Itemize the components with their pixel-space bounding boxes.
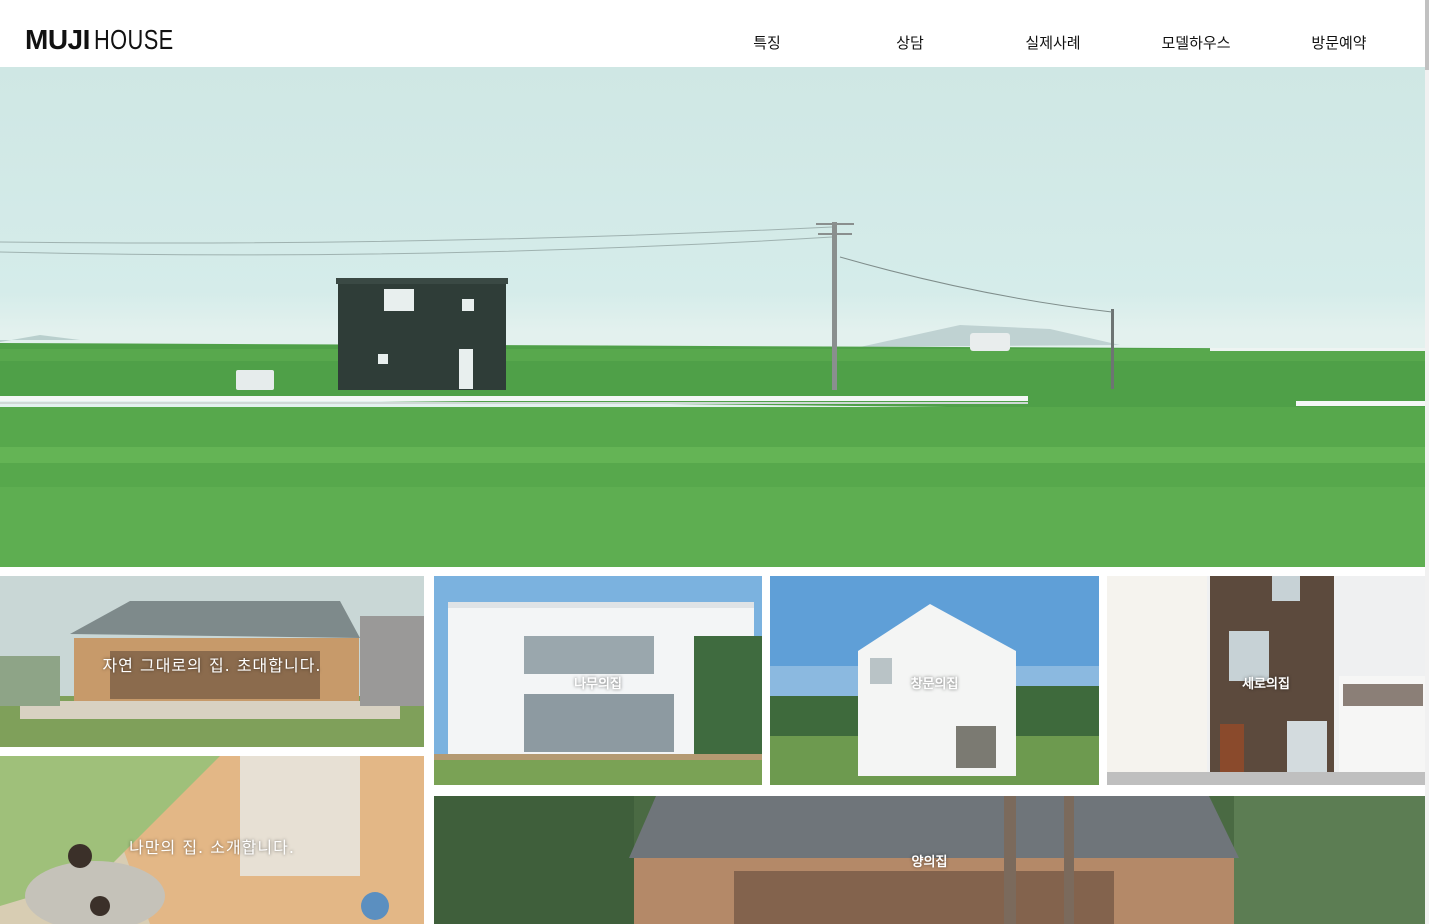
nav-item-features[interactable]: 특징 [753, 32, 781, 53]
main-nav: 특징 상담 실제사례 모델하우스 방문예약 [705, 0, 1425, 67]
tile-mine[interactable]: 나만의 집. 소개합니다. [0, 756, 424, 924]
scrollbar-thumb[interactable] [1425, 0, 1429, 70]
site-header: MUJI HOUSE 특징 상담 실제사례 모델하우스 방문예약 [0, 0, 1425, 67]
logo-thin-text: HOUSE [93, 24, 174, 55]
hero-landscape-illustration [0, 222, 1425, 567]
tile-mine-label: 나만의 집. 소개합니다. [129, 838, 295, 857]
page-scrollbar[interactable] [1425, 0, 1429, 924]
tile-yang-label: 양의집 [911, 855, 948, 870]
tile-vertical-house[interactable]: 세로의집 [1107, 576, 1425, 785]
nav-item-visit-booking[interactable]: 방문예약 [1311, 32, 1366, 53]
logo-bold-text: MUJI [25, 24, 90, 55]
nav-item-model-house[interactable]: 모델하우스 [1161, 32, 1230, 53]
muji-house-logo[interactable]: MUJI HOUSE [25, 24, 196, 55]
tile-wood-house[interactable]: 나무의집 [434, 576, 762, 785]
hero-image [0, 67, 1425, 567]
tile-wood-label: 나무의집 [574, 677, 622, 692]
tile-invite[interactable]: 자연 그대로의 집. 초대합니다. [0, 576, 424, 747]
tile-window-house[interactable]: 창문의집 [770, 576, 1099, 785]
tile-window-label: 창문의집 [910, 677, 959, 692]
nav-item-consult[interactable]: 상담 [896, 32, 924, 53]
tile-vertical-label: 세로의집 [1242, 677, 1290, 692]
tile-invite-label: 자연 그대로의 집. 초대합니다. [102, 656, 322, 675]
tile-yang-house[interactable]: 양의집 [434, 796, 1425, 924]
nav-item-cases[interactable]: 실제사례 [1025, 32, 1080, 53]
